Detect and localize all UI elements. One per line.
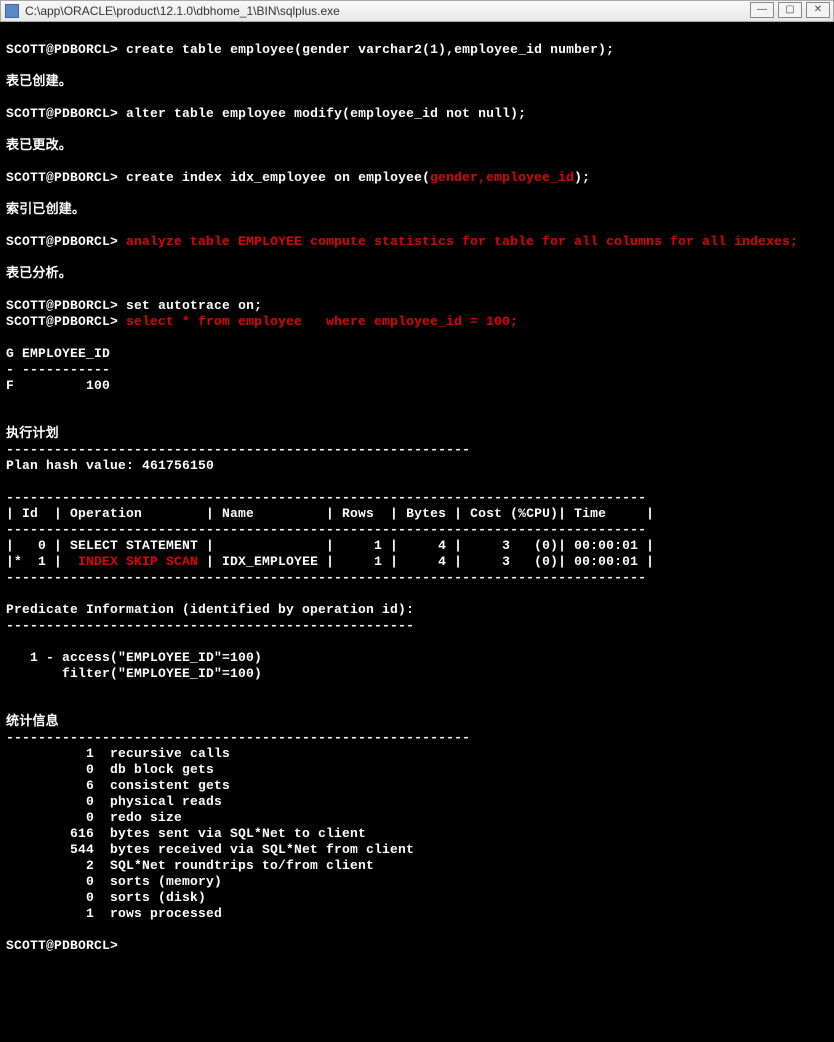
cmd-create-index-a: create index idx_employee on employee( xyxy=(126,170,430,185)
prompt: SCOTT@PDBORCL> xyxy=(6,314,118,329)
stat-line: 0 db block gets xyxy=(6,762,214,777)
stat-line: 2 SQL*Net roundtrips to/from client xyxy=(6,858,374,873)
stats-title: 统计信息 xyxy=(6,714,59,729)
stat-line: 0 sorts (disk) xyxy=(6,890,206,905)
predicate-title: Predicate Information (identified by ope… xyxy=(6,602,414,617)
msg-table-altered: 表已更改。 xyxy=(6,138,72,153)
prompt: SCOTT@PDBORCL> xyxy=(6,42,118,57)
cmd-autotrace: set autotrace on; xyxy=(126,298,262,313)
cmd-alter-table: alter table employee modify(employee_id … xyxy=(126,106,526,121)
stat-line: 1 recursive calls xyxy=(6,746,230,761)
stat-line: 0 physical reads xyxy=(6,794,222,809)
predicate-2: filter("EMPLOYEE_ID"=100) xyxy=(6,666,262,681)
plan-hash: Plan hash value: 461756150 xyxy=(6,458,214,473)
cmd-create-index-b: ); xyxy=(574,170,590,185)
cmd-create-index-cols: gender,employee_id xyxy=(430,170,574,185)
plan-title: 执行计划 xyxy=(6,426,59,441)
app-icon xyxy=(5,4,19,18)
prompt: SCOTT@PDBORCL> xyxy=(6,938,118,953)
predicate-1: 1 - access("EMPLOYEE_ID"=100) xyxy=(6,650,262,665)
stat-line: 0 sorts (memory) xyxy=(6,874,222,889)
plan-row-0: | 0 | SELECT STATEMENT | | 1 | 4 | 3 (0)… xyxy=(6,538,654,553)
plan-hr: ----------------------------------------… xyxy=(6,490,646,505)
stat-line: 616 bytes sent via SQL*Net to client xyxy=(6,826,366,841)
plan-row-1-a: |* 1 | xyxy=(6,554,78,569)
plan-header: | Id | Operation | Name | Rows | Bytes |… xyxy=(6,506,654,521)
prompt: SCOTT@PDBORCL> xyxy=(6,170,118,185)
result-row: F 100 xyxy=(6,378,110,393)
stats-hr: ----------------------------------------… xyxy=(6,442,470,457)
msg-index-created: 索引已创建。 xyxy=(6,202,85,217)
window-titlebar[interactable]: C:\app\ORACLE\product\12.1.0\dbhome_1\BI… xyxy=(0,0,834,22)
predicate-hr: ----------------------------------------… xyxy=(6,618,414,633)
prompt: SCOTT@PDBORCL> xyxy=(6,234,118,249)
result-header: G EMPLOYEE_ID xyxy=(6,346,110,361)
stat-line: 1 rows processed xyxy=(6,906,222,921)
maximize-button[interactable]: ▢ xyxy=(778,2,802,18)
result-sep: - ----------- xyxy=(6,362,110,377)
window-title: C:\app\ORACLE\product\12.1.0\dbhome_1\BI… xyxy=(25,4,340,18)
msg-table-created: 表已创建。 xyxy=(6,74,72,89)
close-button[interactable]: ✕ xyxy=(806,2,830,18)
plan-row-1-op: INDEX SKIP SCAN xyxy=(78,554,198,569)
terminal-output[interactable]: SCOTT@PDBORCL> create table employee(gen… xyxy=(0,22,834,1042)
prompt: SCOTT@PDBORCL> xyxy=(6,106,118,121)
plan-row-1-b: | IDX_EMPLOYEE | 1 | 4 | 3 (0)| 00:00:01… xyxy=(198,554,654,569)
stat-line: 6 consistent gets xyxy=(6,778,230,793)
cmd-analyze: analyze table EMPLOYEE compute statistic… xyxy=(126,234,798,249)
plan-hr: ----------------------------------------… xyxy=(6,570,646,585)
stats-hr: ----------------------------------------… xyxy=(6,730,470,745)
stat-line: 0 redo size xyxy=(6,810,182,825)
msg-table-analyzed: 表已分析。 xyxy=(6,266,72,281)
plan-hr: ----------------------------------------… xyxy=(6,522,646,537)
minimize-button[interactable]: — xyxy=(750,2,774,18)
stat-line: 544 bytes received via SQL*Net from clie… xyxy=(6,842,414,857)
cmd-create-table: create table employee(gender varchar2(1)… xyxy=(126,42,614,57)
prompt: SCOTT@PDBORCL> xyxy=(6,298,118,313)
cmd-select: select * from employee where employee_id… xyxy=(126,314,518,329)
